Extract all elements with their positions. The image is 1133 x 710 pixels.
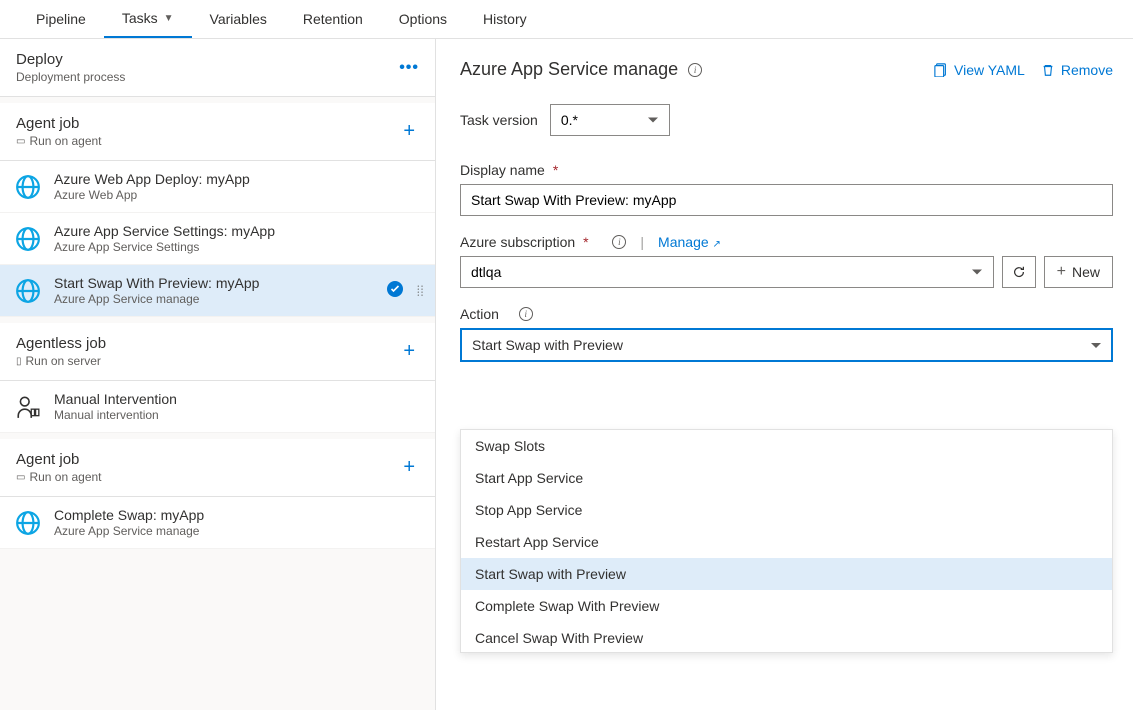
globe-icon (14, 509, 42, 537)
tab-variables[interactable]: Variables (192, 0, 285, 38)
new-button[interactable]: + New (1044, 256, 1113, 288)
task-version-label: Task version (460, 112, 538, 128)
display-name-label: Display name (460, 162, 545, 178)
agent-icon: ▭ (16, 136, 25, 147)
add-task-button[interactable]: + (399, 456, 419, 479)
subscription-label: Azure subscription (460, 234, 575, 250)
check-circle-icon (387, 281, 403, 300)
task-item-service-settings[interactable]: Azure App Service Settings: myApp Azure … (0, 213, 435, 265)
task-sub: Azure Web App (54, 188, 250, 202)
job-header-agent-1[interactable]: Agent job ▭ Run on agent + (0, 103, 435, 161)
task-sub: Manual intervention (54, 408, 177, 422)
required-star: * (583, 234, 588, 250)
chevron-down-icon: ▼ (164, 13, 174, 24)
top-tabs: Pipeline Tasks ▼ Variables Retention Opt… (0, 0, 1133, 39)
required-star: * (553, 162, 558, 178)
action-label: Action (460, 306, 499, 322)
task-item-start-swap[interactable]: Start Swap With Preview: myApp Azure App… (0, 265, 435, 317)
job-header-agentless[interactable]: Agentless job ▯ Run on server + (0, 323, 435, 381)
job-subtitle: ▭ Run on agent (16, 470, 102, 484)
tab-history[interactable]: History (465, 0, 545, 38)
left-pane: Deploy Deployment process ••• Agent job … (0, 39, 436, 710)
view-yaml-button[interactable]: View YAML (934, 62, 1025, 78)
dropdown-item[interactable]: Swap Slots (461, 430, 1112, 462)
job-header-agent-2[interactable]: Agent job ▭ Run on agent + (0, 439, 435, 497)
add-task-button[interactable]: + (399, 340, 419, 363)
more-menu-icon[interactable]: ••• (399, 59, 419, 77)
dropdown-item[interactable]: Start Swap with Preview (461, 558, 1112, 590)
task-item-webapp-deploy[interactable]: Azure Web App Deploy: myApp Azure Web Ap… (0, 161, 435, 213)
subscription-select[interactable]: dtlqa (460, 256, 994, 288)
task-title: Azure Web App Deploy: myApp (54, 171, 250, 187)
right-title: Azure App Service manage i (460, 59, 702, 80)
stage-subtitle: Deployment process (16, 70, 125, 84)
external-link-icon: ↗ (713, 239, 721, 250)
job-title: Agent job (16, 451, 102, 468)
action-select[interactable]: Start Swap with Preview (460, 328, 1113, 362)
main-split: Deploy Deployment process ••• Agent job … (0, 39, 1133, 710)
dropdown-item[interactable]: Start App Service (461, 462, 1112, 494)
info-icon[interactable]: i (519, 307, 533, 321)
task-title: Azure App Service Settings: myApp (54, 223, 275, 239)
right-header: Azure App Service manage i View YAML Rem… (460, 59, 1113, 80)
task-version-row: Task version 0.* (460, 104, 1113, 136)
info-icon[interactable]: i (688, 63, 702, 77)
job-subtitle: ▯ Run on server (16, 354, 106, 368)
person-icon (14, 393, 42, 421)
display-name-input[interactable] (460, 184, 1113, 216)
task-title: Complete Swap: myApp (54, 507, 204, 523)
agent-icon: ▭ (16, 472, 25, 483)
task-sub: Azure App Service manage (54, 524, 204, 538)
task-item-complete-swap[interactable]: Complete Swap: myApp Azure App Service m… (0, 497, 435, 549)
globe-icon (14, 225, 42, 253)
tab-pipeline[interactable]: Pipeline (18, 0, 104, 38)
add-task-button[interactable]: + (399, 120, 419, 143)
globe-icon (14, 173, 42, 201)
drag-handle-icon[interactable]: ●●●●●●●● (417, 285, 425, 297)
task-sub: Azure App Service Settings (54, 240, 275, 254)
server-icon: ▯ (16, 356, 22, 367)
tab-tasks[interactable]: Tasks ▼ (104, 0, 192, 38)
action-dropdown-panel: Swap Slots Start App Service Stop App Se… (460, 429, 1113, 653)
stage-title: Deploy (16, 51, 125, 68)
dropdown-item[interactable]: Restart App Service (461, 526, 1112, 558)
task-title: Manual Intervention (54, 391, 177, 407)
dropdown-item[interactable]: Cancel Swap With Preview (461, 622, 1112, 653)
right-pane: Azure App Service manage i View YAML Rem… (436, 39, 1133, 710)
remove-button[interactable]: Remove (1041, 62, 1113, 78)
manage-link[interactable]: Manage ↗ (658, 234, 721, 250)
refresh-button[interactable] (1002, 256, 1036, 288)
task-version-select[interactable]: 0.* (550, 104, 670, 136)
job-title: Agent job (16, 115, 102, 132)
globe-icon (14, 277, 42, 305)
dropdown-item[interactable]: Complete Swap With Preview (461, 590, 1112, 622)
tab-retention[interactable]: Retention (285, 0, 381, 38)
tab-options[interactable]: Options (381, 0, 465, 38)
info-icon[interactable]: i (612, 235, 626, 249)
task-item-manual-intervention[interactable]: Manual Intervention Manual intervention (0, 381, 435, 433)
task-title: Start Swap With Preview: myApp (54, 275, 259, 291)
job-title: Agentless job (16, 335, 106, 352)
task-sub: Azure App Service manage (54, 292, 259, 306)
stage-header[interactable]: Deploy Deployment process ••• (0, 39, 435, 97)
dropdown-item[interactable]: Stop App Service (461, 494, 1112, 526)
job-subtitle: ▭ Run on agent (16, 134, 102, 148)
tab-tasks-label: Tasks (122, 10, 158, 26)
